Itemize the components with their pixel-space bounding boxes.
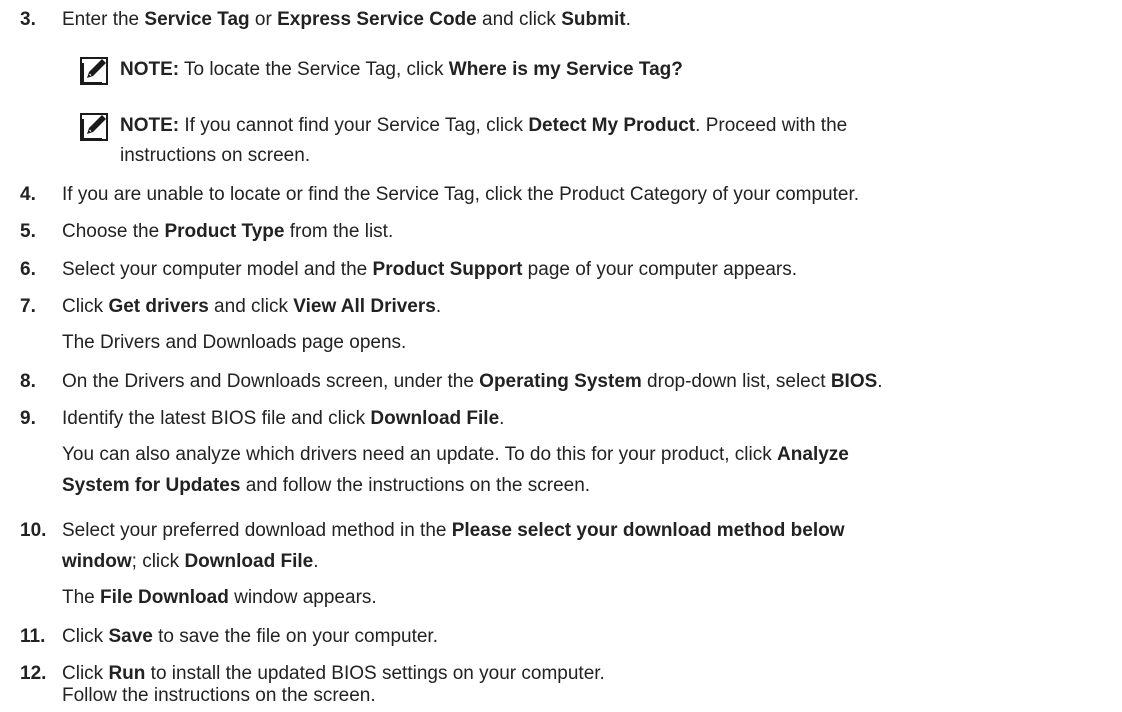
step-10-line-2: window; click Download File. [62,551,319,572]
step-number: 9. [20,408,36,429]
bold-term: window [62,551,132,572]
pencil-note-icon [80,57,108,85]
bold-term: Save [108,626,153,647]
step-6: 6. Select your computer model and the Pr… [0,252,1122,288]
bold-term: Download File [370,408,500,429]
step-text: On the Drivers and Downloads screen, und… [62,371,883,392]
step-text: Click Get drivers and click View All Dri… [62,296,442,317]
step-number: 4. [20,184,36,205]
step-3: 3. Enter the Service Tag or Express Serv… [0,2,1122,38]
bold-term: Analyze [777,444,849,465]
bold-term: BIOS [830,371,878,392]
step-number: 5. [20,221,36,242]
bold-term: Express Service Code [277,9,477,30]
step-text: Select your computer model and the Produ… [62,259,798,280]
bold-term: Where is my Service Tag? [448,59,683,80]
step-number: 8. [20,371,36,392]
note-text-line-2: instructions on screen. [120,145,311,166]
bold-term: Detect My Product [528,115,696,136]
step-12-result: Follow the instructions on the screen. [62,685,376,706]
pencil-note-icon [80,113,108,141]
bold-term: Download File [184,551,314,572]
step-number: 7. [20,296,36,317]
step-9: 9. Identify the latest BIOS file and cli… [0,401,1122,437]
bold-term: Product Support [372,259,523,280]
note-label: NOTE: [120,115,180,136]
note-2: NOTE: If you cannot find your Service Ta… [80,108,1080,180]
step-text: Choose the Product Type from the list. [62,221,394,242]
document-page: 3. Enter the Service Tag or Express Serv… [0,0,1122,712]
step-number: 10. [20,520,47,541]
note-text: NOTE: To locate the Service Tag, click W… [120,59,683,80]
bold-term: Please select your download method below [451,520,845,541]
bold-term: Service Tag [144,9,250,30]
step-number: 12. [20,663,47,684]
step-number: 6. [20,259,36,280]
step-text: Click Save to save the file on your comp… [62,626,438,647]
bold-term: System for Updates [62,475,241,496]
bold-term: Operating System [479,371,642,392]
note-label: NOTE: [120,59,180,80]
bold-term: View All Drivers [293,296,436,317]
step-text: Enter the Service Tag or Express Service… [62,9,631,30]
bold-term: Product Type [164,221,285,242]
step-text: Identify the latest BIOS file and click … [62,408,505,429]
bold-term: File Download [100,587,229,608]
bold-term: Get drivers [108,296,209,317]
bold-term: Submit [561,9,626,30]
step-text: If you are unable to locate or find the … [62,184,860,205]
step-9-detail-line-2: System for Updates and follow the instru… [62,475,591,496]
step-8: 8. On the Drivers and Downloads screen, … [0,364,1122,400]
step-5: 5. Choose the Product Type from the list… [0,214,1122,250]
step-number: 3. [20,9,36,30]
step-number: 11. [20,626,46,647]
step-4: 4. If you are unable to locate or find t… [0,177,1122,213]
step-11: 11. Click Save to save the file on your … [0,619,1122,655]
step-7: 7. Click Get drivers and click View All … [0,289,1122,325]
note-1: NOTE: To locate the Service Tag, click W… [80,52,1080,88]
step-7-result: The Drivers and Downloads page opens. [62,332,407,353]
step-10-result: The File Download window appears. [62,587,377,608]
